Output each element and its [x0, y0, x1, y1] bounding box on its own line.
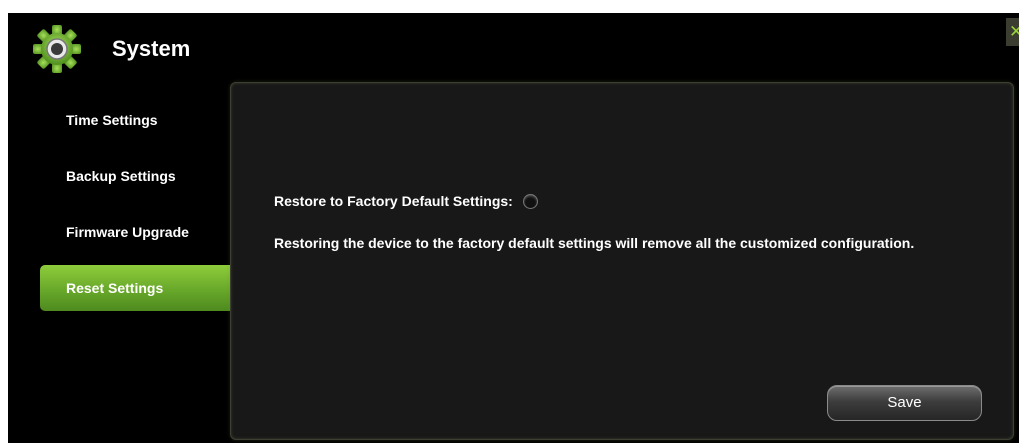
reset-description: Restoring the device to the factory defa…	[274, 235, 915, 251]
header: System	[32, 21, 190, 77]
reset-label: Restore to Factory Default Settings:	[274, 193, 513, 209]
page-title: System	[112, 36, 191, 61]
sidebar-item-backup-settings[interactable]: Backup Settings	[40, 153, 230, 199]
sidebar-item-firmware-upgrade[interactable]: Firmware Upgrade	[40, 209, 230, 255]
sidebar-item-label: Firmware Upgrade	[66, 224, 189, 240]
sidebar-item-time-settings[interactable]: Time Settings	[40, 97, 230, 143]
sidebar-item-reset-settings[interactable]: Reset Settings	[40, 265, 230, 311]
sidebar-item-label: Reset Settings	[66, 280, 164, 296]
sidebar: Time Settings Backup Settings Firmware U…	[40, 97, 230, 321]
save-button[interactable]: Save	[827, 385, 982, 421]
content-panel: Restore to Factory Default Settings: Res…	[230, 82, 1014, 440]
gear-icon	[32, 24, 82, 74]
close-icon[interactable]: ✕	[1006, 18, 1019, 46]
system-window: System ✕ Time Settings Backup Settings F…	[8, 13, 1019, 443]
sidebar-item-label: Backup Settings	[66, 168, 176, 184]
reset-radio[interactable]	[522, 193, 538, 209]
reset-row: Restore to Factory Default Settings:	[274, 193, 538, 209]
sidebar-item-label: Time Settings	[66, 112, 158, 128]
